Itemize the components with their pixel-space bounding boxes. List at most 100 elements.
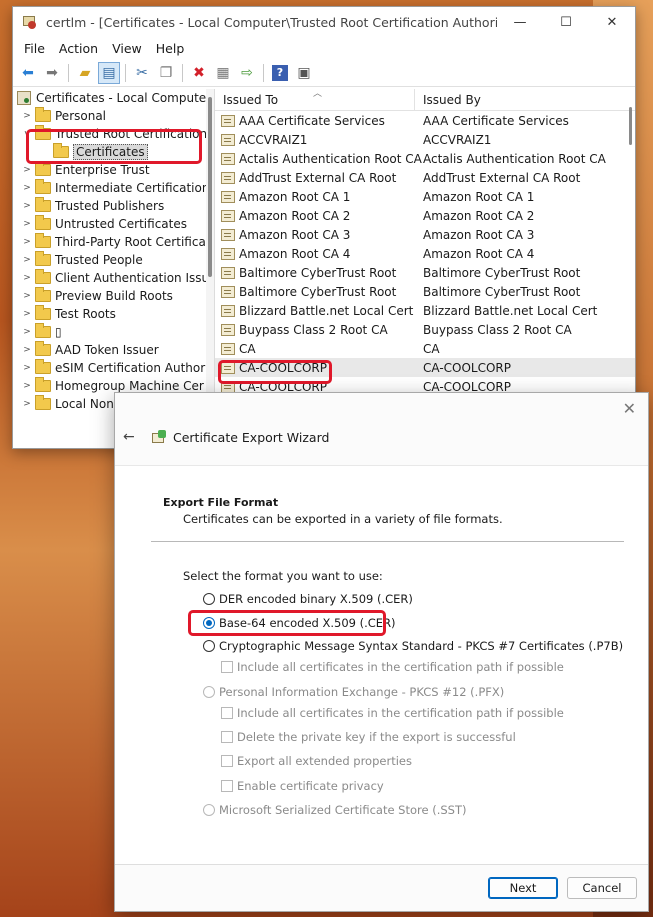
option-p7b[interactable]: Cryptographic Message Syntax Standard - … — [203, 639, 623, 653]
list-item[interactable]: Amazon Root CA 3 Amazon Root CA 3 — [215, 225, 635, 244]
maximize-button[interactable]: ☐ — [543, 7, 589, 37]
wizard-back-button[interactable]: ← — [123, 429, 135, 445]
wizard-close-button[interactable]: ✕ — [623, 399, 636, 418]
wizard-subheading: Certificates can be exported in a variet… — [183, 512, 503, 526]
list-item[interactable]: Baltimore CyberTrust Root Baltimore Cyber… — [215, 263, 635, 282]
tree-item-trusted-publishers[interactable]: > Trusted Publishers — [13, 197, 214, 215]
tree-item-esim[interactable]: > eSIM Certification Authori — [13, 359, 214, 377]
next-button[interactable]: Next — [488, 877, 558, 899]
checkbox-pfx-privacy[interactable] — [221, 780, 233, 792]
chevron-right-icon[interactable]: > — [21, 273, 33, 283]
list-item[interactable]: Amazon Root CA 4 Amazon Root CA 4 — [215, 244, 635, 263]
minimize-button[interactable]: — — [497, 7, 543, 37]
export-list-icon[interactable]: ⇨ — [236, 62, 258, 84]
cell-issued-by: Blizzard Battle.net Local Cert — [423, 303, 598, 318]
chevron-right-icon[interactable]: > — [21, 363, 33, 373]
option-pfx-include-path[interactable]: Include all certificates in the certific… — [221, 706, 564, 720]
menu-file[interactable]: File — [17, 41, 52, 56]
folder-icon — [35, 359, 51, 374]
tree-item-client-auth[interactable]: > Client Authentication Issu — [13, 269, 214, 287]
column-issued-by[interactable]: Issued By — [415, 93, 481, 107]
radio-der[interactable] — [203, 593, 215, 605]
up-folder-icon[interactable]: ▰ — [74, 62, 96, 84]
option-sst[interactable]: Microsoft Serialized Certificate Store (… — [203, 803, 467, 817]
list-item[interactable]: Buypass Class 2 Root CA Buypass Class 2 R… — [215, 320, 635, 339]
list-item[interactable]: AddTrust External CA Root AddTrust Extern… — [215, 168, 635, 187]
properties-icon[interactable]: ▦ — [212, 62, 234, 84]
menu-help[interactable]: Help — [149, 41, 192, 56]
list-item[interactable]: CA CA — [215, 339, 635, 358]
tree-item-unnamed[interactable]: > ▯ — [13, 323, 214, 341]
list-item[interactable]: ACCVRAIZ1 ACCVRAIZ1 — [215, 130, 635, 149]
list-item[interactable]: Amazon Root CA 1 Amazon Root CA 1 — [215, 187, 635, 206]
chevron-right-icon[interactable]: > — [21, 255, 33, 265]
menu-view[interactable]: View — [105, 41, 149, 56]
help-icon[interactable]: ? — [272, 64, 288, 81]
highlight-trusted-root — [26, 129, 202, 164]
option-pfx[interactable]: Personal Information Exchange - PKCS #12… — [203, 685, 504, 699]
chevron-right-icon[interactable]: > — [21, 381, 33, 391]
radio-sst[interactable] — [203, 804, 215, 816]
chevron-right-icon[interactable]: > — [21, 327, 33, 337]
tree-item-trusted-people[interactable]: > Trusted People — [13, 251, 214, 269]
chevron-right-icon[interactable]: > — [21, 291, 33, 301]
chevron-right-icon[interactable]: > — [21, 183, 33, 193]
chevron-right-icon[interactable]: > — [21, 111, 33, 121]
folder-icon — [35, 269, 51, 284]
tree-item-personal[interactable]: > Personal — [13, 107, 214, 125]
tree-item-test-roots[interactable]: > Test Roots — [13, 305, 214, 323]
option-p7b-include-path[interactable]: Include all certificates in the certific… — [221, 660, 564, 674]
list-scrollbar-thumb[interactable] — [629, 107, 632, 145]
tree-item-preview-build[interactable]: > Preview Build Roots — [13, 287, 214, 305]
certificate-icon — [221, 228, 235, 241]
copy-icon[interactable]: ❐ — [155, 62, 177, 84]
tree-root[interactable]: Certificates - Local Computer — [13, 89, 214, 107]
list-item[interactable]: Blizzard Battle.net Local Cert Blizzard B… — [215, 301, 635, 320]
show-hide-tree-icon[interactable]: ▤ — [98, 61, 120, 84]
forward-arrow-icon[interactable]: ➡ — [41, 62, 63, 84]
folder-icon — [35, 251, 51, 266]
tree-item-untrusted[interactable]: > Untrusted Certificates — [13, 215, 214, 233]
delete-icon[interactable]: ✖ — [188, 62, 210, 84]
menu-action[interactable]: Action — [52, 41, 105, 56]
list-item[interactable]: Amazon Root CA 2 Amazon Root CA 2 — [215, 206, 635, 225]
certificate-icon — [221, 171, 235, 184]
option-der[interactable]: DER encoded binary X.509 (.CER) — [203, 592, 413, 606]
tree-item-third-party-root[interactable]: > Third-Party Root Certificat — [13, 233, 214, 251]
checkbox-pfx-delete-key[interactable] — [221, 731, 233, 743]
cell-issued-by: Amazon Root CA 3 — [423, 227, 535, 242]
tree-item-intermediate[interactable]: > Intermediate Certification — [13, 179, 214, 197]
radio-p7b[interactable] — [203, 640, 215, 652]
folder-icon — [35, 395, 51, 410]
chevron-right-icon[interactable]: > — [21, 309, 33, 319]
folder-icon — [35, 215, 51, 230]
folder-icon — [35, 323, 51, 338]
action-pane-icon[interactable]: ▣ — [293, 62, 315, 84]
chevron-right-icon[interactable]: > — [21, 165, 33, 175]
radio-pfx[interactable] — [203, 686, 215, 698]
tree-scrollbar-thumb[interactable] — [208, 97, 212, 277]
cell-issued-to: Baltimore CyberTrust Root — [215, 285, 415, 299]
chevron-right-icon[interactable]: > — [21, 201, 33, 211]
cell-issued-by: Buypass Class 2 Root CA — [423, 322, 572, 337]
close-button[interactable]: ✕ — [589, 7, 635, 37]
title-bar[interactable]: certlm - [Certificates - Local Computer\… — [13, 7, 635, 37]
checkbox-pfx-include-path[interactable] — [221, 707, 233, 719]
chevron-right-icon[interactable]: > — [21, 399, 33, 409]
option-pfx-delete-key[interactable]: Delete the private key if the export is … — [221, 730, 516, 744]
chevron-right-icon[interactable]: > — [21, 219, 33, 229]
folder-icon — [35, 197, 51, 212]
checkbox-pfx-extended[interactable] — [221, 755, 233, 767]
back-arrow-icon[interactable]: ⬅ — [17, 62, 39, 84]
option-pfx-extended[interactable]: Export all extended properties — [221, 754, 412, 768]
chevron-right-icon[interactable]: > — [21, 345, 33, 355]
list-item[interactable]: Actalis Authentication Root CA Actalis Au… — [215, 149, 635, 168]
option-pfx-privacy[interactable]: Enable certificate privacy — [221, 779, 384, 793]
checkbox-p7b-include-path[interactable] — [221, 661, 233, 673]
list-item[interactable]: Baltimore CyberTrust Root Baltimore Cyber… — [215, 282, 635, 301]
tree-item-aad-token[interactable]: > AAD Token Issuer — [13, 341, 214, 359]
chevron-right-icon[interactable]: > — [21, 237, 33, 247]
cancel-button[interactable]: Cancel — [567, 877, 637, 899]
list-item[interactable]: AAA Certificate Services AAA Certificate … — [215, 111, 635, 130]
cut-icon[interactable]: ✂ — [131, 62, 153, 84]
